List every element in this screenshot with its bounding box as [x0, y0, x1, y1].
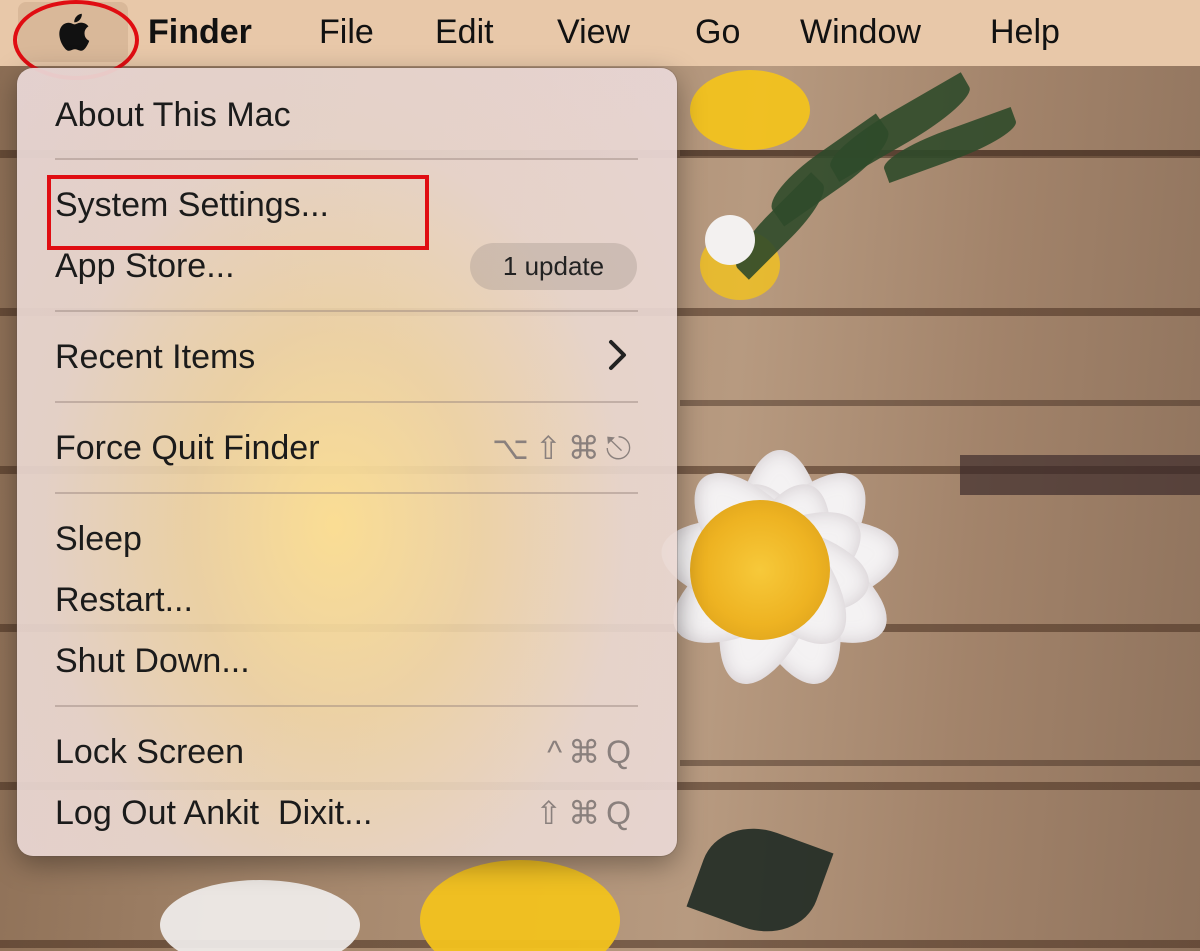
menu-file[interactable]: File [319, 10, 374, 54]
log-out-shortcut: ⇧⌘Q [535, 795, 637, 831]
wood-plank-line [680, 760, 1200, 766]
menu-item-restart[interactable]: Restart... [55, 578, 193, 622]
menu-item-about-this-mac[interactable]: About This Mac [55, 93, 291, 137]
yellow-flower [420, 860, 620, 951]
apple-menu-button[interactable] [18, 2, 128, 62]
small-daisy [705, 215, 755, 265]
menu-item-sleep[interactable]: Sleep [55, 517, 142, 561]
menu-finder[interactable]: Finder [148, 10, 252, 54]
apple-menu-dropdown: About This Mac System Settings... App St… [17, 68, 677, 856]
menu-help[interactable]: Help [990, 10, 1060, 54]
menu-separator [55, 158, 638, 160]
menu-item-app-store[interactable]: App Store... [55, 244, 235, 288]
menu-item-lock-screen[interactable]: Lock Screen [55, 730, 244, 774]
menu-item-recent-items[interactable]: Recent Items [55, 335, 255, 379]
force-quit-shortcut: ⌥⇧⌘⎋ [492, 430, 637, 466]
chevron-right-icon [607, 338, 629, 382]
small-daisy [160, 880, 360, 951]
update-badge: 1 update [470, 243, 637, 290]
menu-item-system-settings[interactable]: System Settings... [55, 183, 329, 227]
wood-plank-gap [960, 455, 1200, 495]
apple-logo-icon [59, 13, 90, 51]
menu-separator [55, 705, 638, 707]
lock-screen-shortcut: ^⌘Q [547, 734, 637, 770]
menu-item-force-quit[interactable]: Force Quit Finder [55, 426, 320, 470]
leaf-shadow [686, 812, 834, 948]
menu-view[interactable]: View [557, 10, 630, 54]
menu-go[interactable]: Go [695, 10, 740, 54]
menu-item-shut-down[interactable]: Shut Down... [55, 639, 250, 683]
menu-bar: Finder File Edit View Go Window Help [0, 0, 1200, 66]
menu-edit[interactable]: Edit [435, 10, 494, 54]
menu-separator [55, 401, 638, 403]
menu-separator [55, 310, 638, 312]
daisy-center [690, 500, 830, 640]
menu-separator [55, 492, 638, 494]
menu-window[interactable]: Window [800, 10, 921, 54]
wood-plank-line [680, 400, 1200, 406]
menu-item-log-out[interactable]: Log Out Ankit Dixit... [55, 791, 372, 835]
yellow-flower [690, 70, 810, 150]
